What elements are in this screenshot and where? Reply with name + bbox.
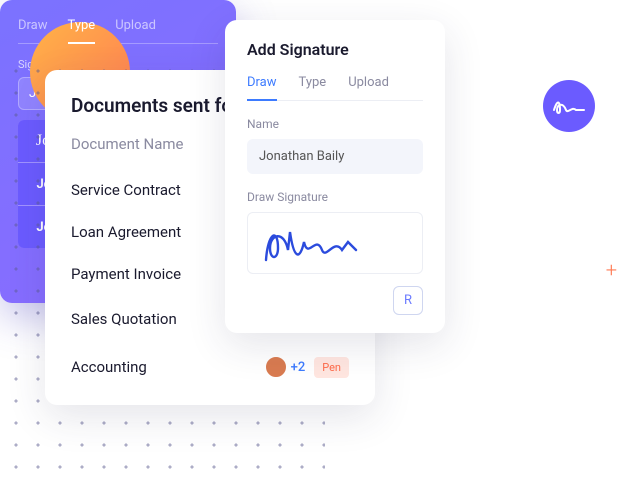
name-input[interactable] [247,139,423,174]
tab-type[interactable]: Type [68,18,96,43]
name-label: Name [247,117,423,131]
tab-draw[interactable]: Draw [18,18,48,43]
tab-upload[interactable]: Upload [115,18,156,43]
tab-type[interactable]: Type [299,75,327,100]
table-row[interactable]: Accounting +2 Pen [71,343,349,391]
extra-count-badge: +2 [291,360,306,375]
document-name: Accounting [71,358,264,376]
signature-badge-icon [543,80,595,132]
decorative-plus-icon: + [606,258,617,282]
signature-tabs: Draw Type Upload [247,75,423,101]
tab-upload[interactable]: Upload [348,75,389,100]
reset-button[interactable]: R [393,286,423,315]
avatar [264,355,288,379]
members-group: +2 Pen [264,355,349,379]
signature-canvas[interactable] [247,212,423,274]
draw-label: Draw Signature [247,190,423,204]
add-signature-card: Add Signature Draw Type Upload Name Draw… [225,20,445,333]
status-badge: Pen [314,357,349,378]
tab-draw[interactable]: Draw [247,75,277,100]
add-signature-title: Add Signature [247,40,423,59]
